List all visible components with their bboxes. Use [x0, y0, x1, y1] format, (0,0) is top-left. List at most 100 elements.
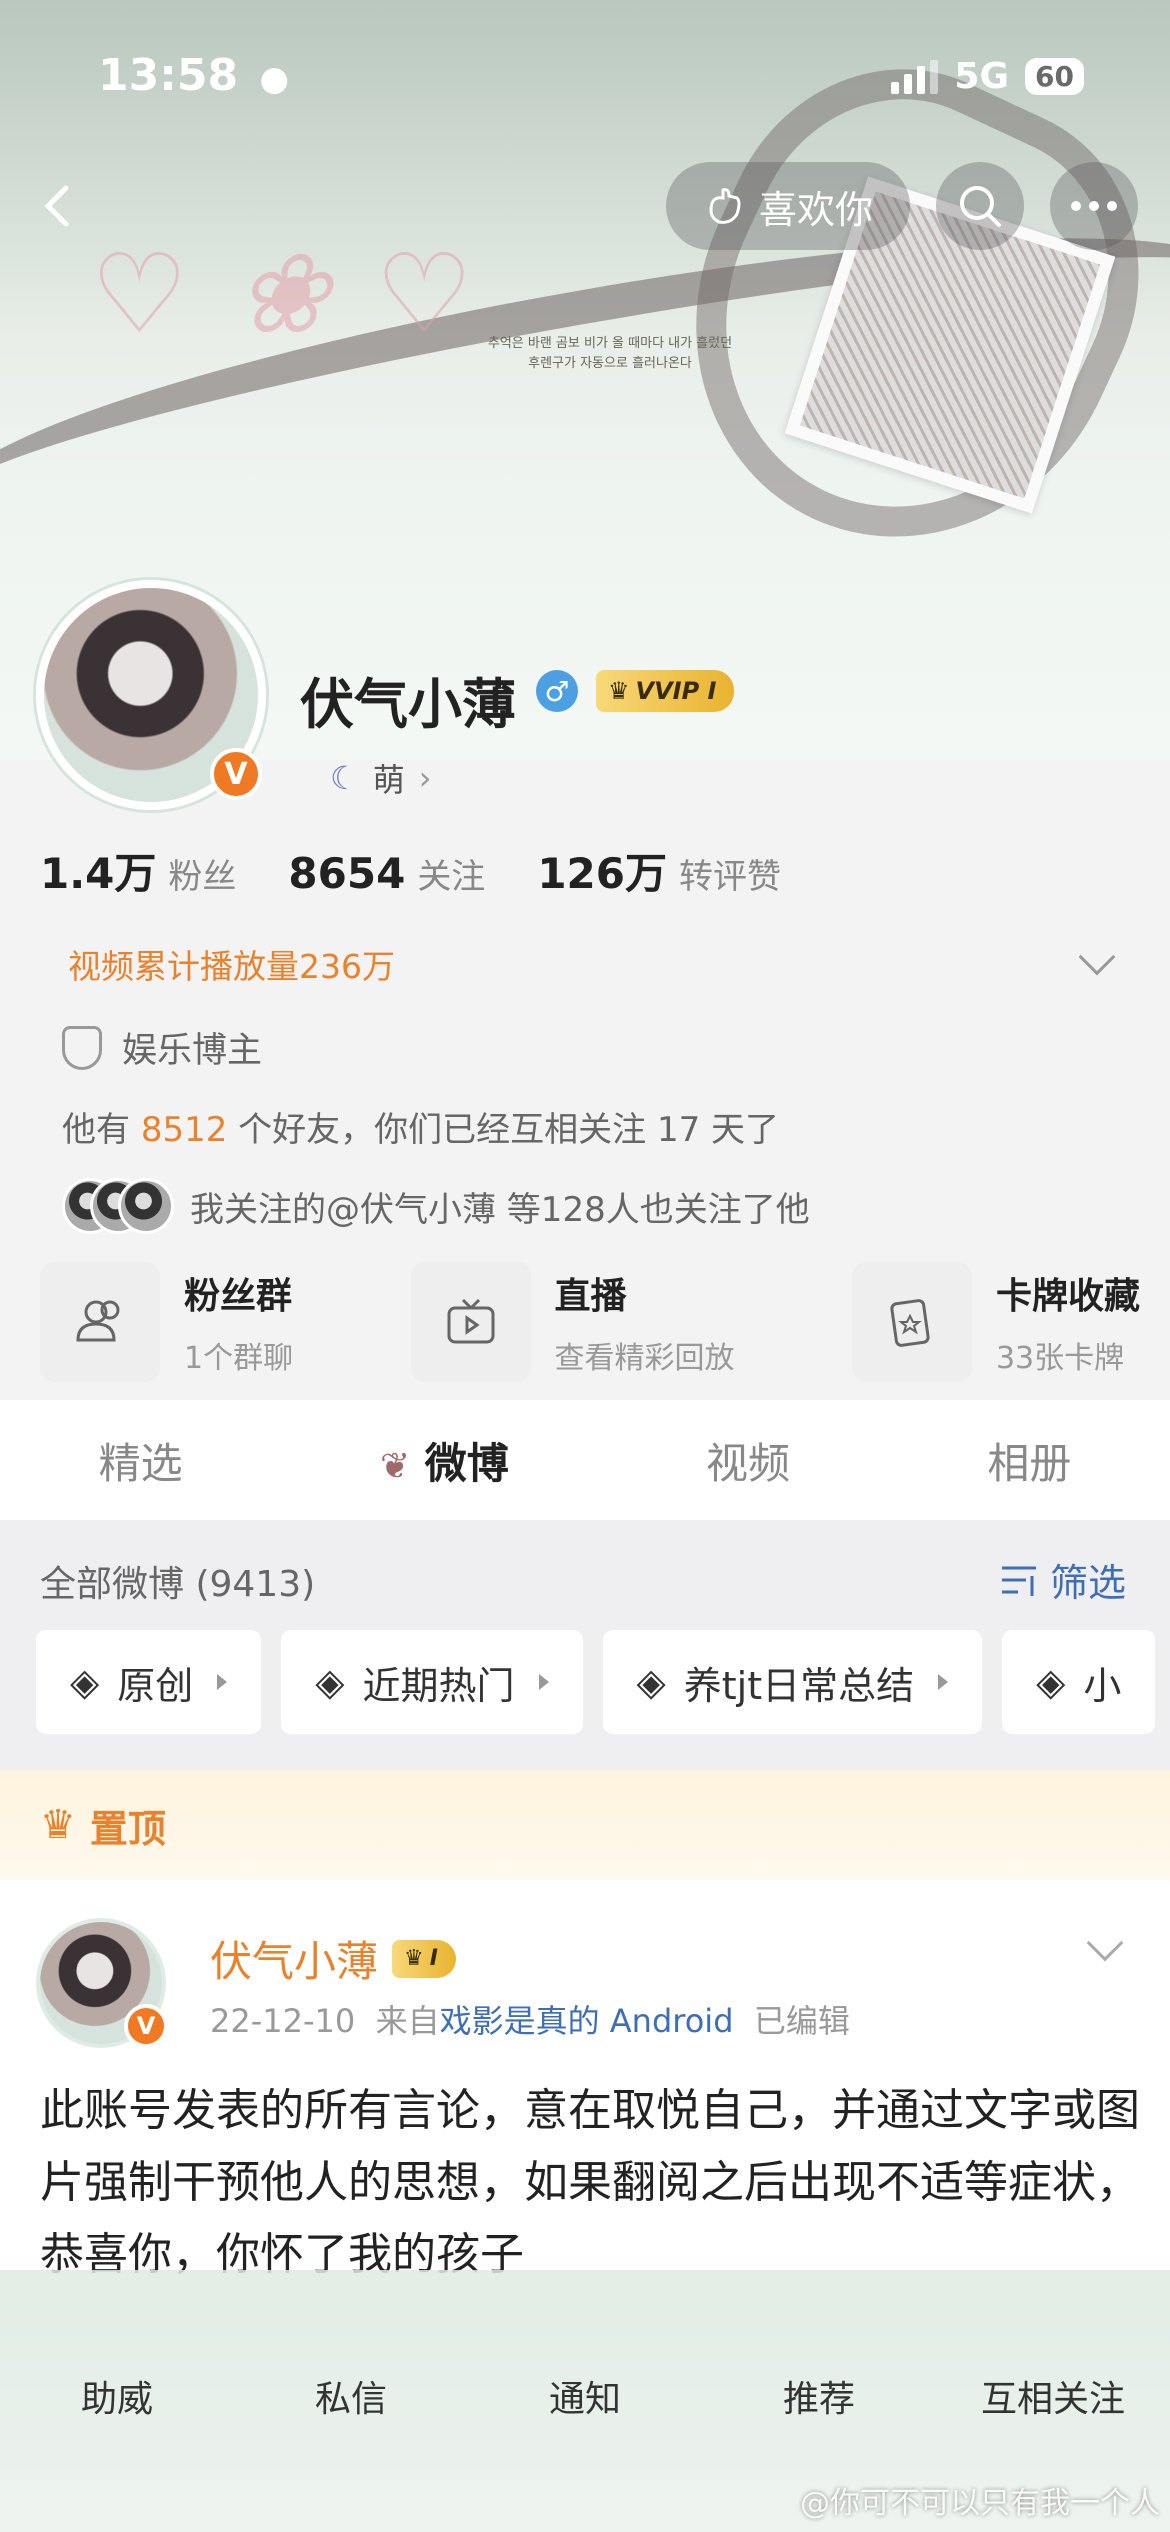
like-label: 喜欢你 [758, 187, 873, 232]
status-indicators: 5G 60 [891, 56, 1084, 97]
chip-label: 小 [1083, 1663, 1122, 1708]
layers-icon: ◈ [315, 1660, 345, 1704]
status-time: 13:58 ● [98, 50, 289, 101]
vip-badge: ♛ I [392, 1939, 456, 1978]
vvip-badge[interactable]: ♛ VVIP I [596, 670, 735, 712]
search-icon [960, 186, 1001, 227]
mutual-followers[interactable]: 我关注的@伏气小薄 等128人也关注了他 [62, 1178, 810, 1234]
back-button[interactable] [30, 178, 86, 234]
feature-title: 卡牌收藏 [995, 1276, 1140, 1317]
stat-number: 1.4万 [40, 849, 157, 898]
stat-label: 粉丝 [168, 857, 237, 897]
watermark: @你可不可以只有我一个人 [800, 2486, 1160, 2521]
profile-stats: 1.4万 粉丝 8654 关注 126万 转评赞 [40, 840, 781, 901]
network-label: 5G [954, 56, 1010, 97]
filter-chips: ◈ 原创 ◈ 近期热门 ◈ 养tjt日常总结 ◈ 小 [36, 1630, 1156, 1734]
chip-more[interactable]: ◈ 小 [1002, 1630, 1156, 1734]
feature-fan-group[interactable]: 粉丝群 1个群聊 [40, 1262, 293, 1382]
chevron-right-icon: › [418, 759, 432, 797]
more-button[interactable] [1050, 162, 1138, 250]
post-meta: 22-12-10 来自戏影是真的 Android 已编辑 [210, 1996, 850, 2042]
stat-label: 转评赞 [678, 857, 781, 897]
pinned-label: 置顶 [89, 1806, 166, 1851]
search-button[interactable] [936, 162, 1024, 250]
banner-script-art: ♡ ❀ ♡ [90, 230, 480, 358]
friends-info: 他有 8512 个好友，你们已经互相关注 17 天了 [62, 1102, 779, 1151]
stat-fans[interactable]: 1.4万 粉丝 [40, 840, 236, 901]
post-source[interactable]: 戏影是真的 Android [440, 2002, 734, 2040]
post-from: 来自 [375, 2002, 440, 2040]
feature-row: 粉丝群 1个群聊 直播查看精彩回放 卡牌收藏 33张卡牌 [40, 1262, 1140, 1382]
chip-label: 原创 [117, 1663, 194, 1708]
message-button[interactable]: 私信 [251, 2370, 451, 2532]
avatar [118, 1178, 174, 1234]
all-posts-count: 全部微博 (9413) [40, 1564, 316, 1605]
bow-icon: ❦ [379, 1445, 411, 1487]
banner-caption: 추억은 바랜 곰보 비가 올 때마다 내가 흘렀던 후렌구가 자동으로 흘러나온… [440, 334, 780, 374]
chip-recent-hot[interactable]: ◈ 近期热门 [281, 1630, 583, 1734]
banner-caption-line: 후렌구가 자동으로 흘러나온다 [528, 356, 692, 371]
more-icon [1071, 201, 1117, 211]
chip-label: 近期热门 [362, 1663, 515, 1708]
male-icon: ♂ [536, 670, 578, 712]
cheer-button[interactable]: 助威 [17, 2370, 217, 2532]
feature-sub: 查看精彩回放 [554, 1341, 735, 1376]
mood-status[interactable]: ☾ 萌 › [330, 755, 432, 801]
chip-label: 养tjt日常总结 [683, 1663, 915, 1708]
friends-count: 8512 [140, 1110, 228, 1150]
stat-number: 126万 [537, 849, 667, 898]
battery-icon: 60 [1025, 58, 1084, 95]
caret-right-icon [938, 1674, 949, 1690]
post-date: 22-12-10 [210, 2002, 356, 2040]
tab-weibo[interactable]: ❦ 微博 [380, 1430, 509, 1491]
friends-post: 个好友，你们已经互相关注 17 天了 [238, 1110, 780, 1150]
nav-label: 私信 [314, 2379, 387, 2420]
nav-label: 互相关注 [980, 2379, 1125, 2420]
card-icon [851, 1262, 972, 1382]
profile-name: 伏气小薄 [300, 673, 516, 736]
tv-icon [410, 1262, 531, 1382]
time-text: 13:58 [98, 50, 239, 101]
hand-heart-icon [709, 188, 741, 224]
feature-title: 直播 [554, 1276, 627, 1317]
post-edited: 已编辑 [753, 2002, 850, 2040]
like-you-button[interactable]: 喜欢你 [666, 162, 910, 250]
chip-original[interactable]: ◈ 原创 [36, 1630, 262, 1734]
feature-sub: 1个群聊 [184, 1341, 294, 1376]
verified-badge: V [124, 2004, 168, 2048]
tab-featured[interactable]: 精选 [99, 1430, 183, 1491]
filter-button[interactable]: 筛选 [998, 1552, 1126, 1607]
pinned-header: ♛ 置顶 [0, 1770, 1170, 1880]
caret-right-icon [217, 1674, 228, 1690]
stat-number: 8654 [288, 849, 406, 898]
notify-button[interactable]: 通知 [485, 2370, 685, 2532]
profile-tag[interactable]: 娱乐博主 [62, 1022, 262, 1073]
tab-weibo-label: 微博 [424, 1438, 509, 1488]
shield-icon [62, 1025, 102, 1070]
moon-icon: ☾ [330, 759, 359, 797]
verified-badge-label: V [136, 2012, 156, 2040]
tab-album[interactable]: 相册 [987, 1430, 1071, 1491]
layers-icon: ◈ [70, 1660, 100, 1704]
stat-likes[interactable]: 126万 转评赞 [537, 840, 781, 901]
crown-icon: ♛ [608, 677, 630, 705]
stat-following[interactable]: 8654 关注 [288, 849, 485, 898]
crown-icon: ♛ [40, 1802, 76, 1848]
expand-chevron-icon[interactable] [1078, 938, 1116, 976]
chip-daily-summary[interactable]: ◈ 养tjt日常总结 [602, 1630, 983, 1734]
vip-level: I [429, 1946, 438, 1971]
video-views-text: 视频累计播放量236万 [68, 947, 395, 986]
profile-tag-label: 娱乐博主 [122, 1031, 263, 1071]
filter-label: 筛选 [1049, 1561, 1126, 1605]
post-text: 此账号发表的所有言论，意在取悦自己，并通过文字或图片强制干预他人的思想，如果翻阅… [40, 2085, 1140, 2280]
feature-cards[interactable]: 卡牌收藏 33张卡牌 [851, 1262, 1140, 1382]
nav-label: 助威 [80, 2379, 153, 2420]
vip-label: VVIP I [635, 677, 717, 705]
verified-badge: V [210, 748, 262, 800]
post-author[interactable]: 伏气小薄 ♛ I [210, 1928, 456, 1989]
layers-icon: ◈ [636, 1660, 666, 1704]
feature-live[interactable]: 直播 查看精彩回放 [410, 1262, 735, 1382]
feature-title: 粉丝群 [184, 1276, 293, 1317]
nav-label: 通知 [548, 2379, 621, 2420]
tab-video[interactable]: 视频 [706, 1430, 790, 1491]
